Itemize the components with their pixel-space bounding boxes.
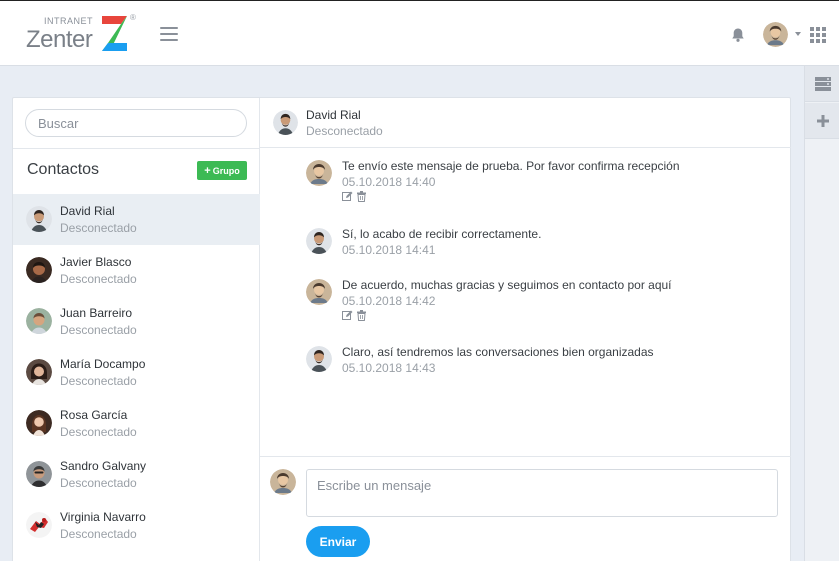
conversation-header: David Rial Desconectado [260,98,791,148]
message-actions [342,191,367,202]
logo-registered-mark: ® [130,13,136,22]
avatar [26,410,52,436]
top-bar: INTRANET Zenter ® [0,0,839,66]
grid-apps-icon[interactable] [810,27,828,43]
trash-icon[interactable] [356,310,367,321]
rail-add-button[interactable] [805,103,839,139]
right-rail [804,66,839,561]
contact-item-david-rial[interactable]: David Rial Desconectado [13,194,260,245]
message-text: De acuerdo, muchas gracias y seguimos en… [342,278,672,292]
contact-name: David Rial [60,204,115,218]
logo-intranet-text: INTRANET [44,16,93,26]
message-text: Claro, así tendremos las conversaciones … [342,345,654,359]
avatar [26,461,52,487]
contact-name: Javier Blasco [60,255,132,269]
contact-name: Juan Barreiro [60,306,133,320]
logo-wordmark: Zenter [26,26,93,53]
contact-status: Desconectado [60,425,137,439]
chevron-down-icon[interactable] [795,32,801,36]
message-input[interactable] [306,469,778,517]
server-list-icon [814,76,831,91]
edit-icon[interactable] [342,191,353,202]
message-timestamp: 05.10.2018 14:41 [342,243,436,257]
contact-item-virginia-navarro[interactable]: Virginia Navarro Desconectado [13,500,260,551]
conversation-pane: David Rial Desconectado Te envío este me… [260,98,791,561]
edit-icon[interactable] [342,310,353,321]
bell-icon[interactable] [730,27,746,43]
contact-item-sandro-galvany[interactable]: Sandro Galvany Desconectado [13,449,260,500]
avatar [26,308,52,334]
message-text: Sí, lo acabo de recibir correctamente. [342,227,542,241]
trash-icon[interactable] [356,191,367,202]
avatar [306,279,332,305]
contacts-title: Contactos [27,161,100,178]
divider [260,456,791,457]
add-group-label: Grupo [212,165,240,176]
user-avatar[interactable] [763,22,788,47]
plus-icon: + [204,164,211,177]
avatar [26,206,52,232]
contact-name: Rosa García [60,408,128,422]
contact-item-javier-blasco[interactable]: Javier Blasco Desconectado [13,245,260,296]
contact-name: María Docampo [60,357,146,371]
contact-status: Desconectado [60,323,137,337]
divider [13,148,260,149]
avatar [306,160,332,186]
contact-item-juan-barreiro[interactable]: Juan Barreiro Desconectado [13,296,260,347]
contact-status: Desconectado [60,272,137,286]
contact-name: Sandro Galvany [60,459,147,473]
contact-status: Desconectado [60,221,137,235]
avatar [270,469,296,495]
logo-z-icon [102,16,127,51]
add-group-button[interactable]: + Grupo [197,161,247,180]
conversation-contact-status: Desconectado [306,124,383,138]
contact-status: Desconectado [60,374,137,388]
avatar [26,257,52,283]
avatar [273,110,298,135]
chat-panel: Contactos + Grupo David Rial Desconectad… [12,97,791,561]
avatar [306,228,332,254]
plus-icon [816,114,829,127]
conversation-contact-name: David Rial [306,108,361,122]
message-timestamp: 05.10.2018 14:40 [342,175,436,189]
avatar [26,359,52,385]
message-actions [342,310,367,321]
search-input[interactable] [25,109,247,137]
message-timestamp: 05.10.2018 14:42 [342,294,436,308]
avatar [26,512,52,538]
contact-item-maria-docampo[interactable]: María Docampo Desconectado [13,347,260,398]
contacts-sidebar: Contactos + Grupo David Rial Desconectad… [13,98,260,561]
rail-server-button[interactable] [805,66,839,102]
contact-item-rosa-garcia[interactable]: Rosa García Desconectado [13,398,260,449]
contact-status: Desconectado [60,527,137,541]
hamburger-icon[interactable] [160,27,178,41]
avatar [306,346,332,372]
message-timestamp: 05.10.2018 14:43 [342,361,436,375]
contact-name: Virginia Navarro [60,510,146,524]
app-logo[interactable]: INTRANET Zenter ® [26,13,138,57]
contact-status: Desconectado [60,476,137,490]
send-button[interactable]: Enviar [306,526,370,557]
message-text: Te envío este mensaje de prueba. Por fav… [342,159,680,173]
